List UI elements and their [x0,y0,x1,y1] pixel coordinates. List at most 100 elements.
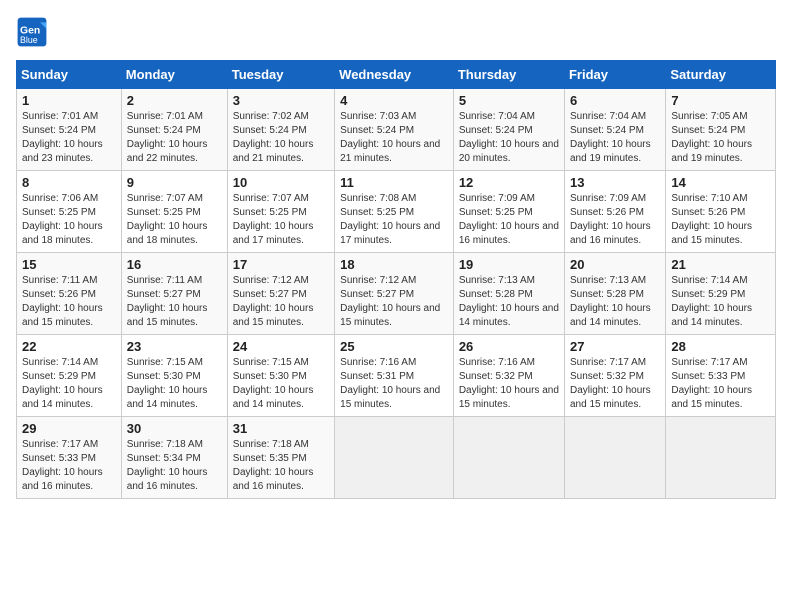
day-info: Sunrise: 7:03 AMSunset: 5:24 PMDaylight:… [340,110,448,166]
day-info: Sunrise: 7:04 AMSunset: 5:24 PMDaylight:… [570,110,660,166]
calendar-cell: 10 Sunrise: 7:07 AMSunset: 5:25 PMDaylig… [227,171,334,253]
day-info: Sunrise: 7:16 AMSunset: 5:32 PMDaylight:… [459,356,559,412]
day-info: Sunrise: 7:12 AMSunset: 5:27 PMDaylight:… [340,274,448,330]
day-info: Sunrise: 7:12 AMSunset: 5:27 PMDaylight:… [233,274,329,330]
day-number: 26 [459,339,559,354]
day-info: Sunrise: 7:01 AMSunset: 5:24 PMDaylight:… [22,110,116,166]
day-number: 2 [127,93,222,108]
day-number: 25 [340,339,448,354]
day-number: 15 [22,257,116,272]
day-number: 30 [127,421,222,436]
day-info: Sunrise: 7:14 AMSunset: 5:29 PMDaylight:… [671,274,770,330]
day-info: Sunrise: 7:01 AMSunset: 5:24 PMDaylight:… [127,110,222,166]
calendar-cell: 11 Sunrise: 7:08 AMSunset: 5:25 PMDaylig… [335,171,454,253]
page-header: Gen Blue [16,16,776,48]
day-info: Sunrise: 7:09 AMSunset: 5:25 PMDaylight:… [459,192,559,248]
day-info: Sunrise: 7:07 AMSunset: 5:25 PMDaylight:… [127,192,222,248]
day-info: Sunrise: 7:15 AMSunset: 5:30 PMDaylight:… [127,356,222,412]
day-number: 12 [459,175,559,190]
day-info: Sunrise: 7:06 AMSunset: 5:25 PMDaylight:… [22,192,116,248]
day-number: 7 [671,93,770,108]
day-info: Sunrise: 7:11 AMSunset: 5:26 PMDaylight:… [22,274,116,330]
day-info: Sunrise: 7:08 AMSunset: 5:25 PMDaylight:… [340,192,448,248]
day-header-monday: Monday [121,61,227,89]
calendar-cell: 27 Sunrise: 7:17 AMSunset: 5:32 PMDaylig… [564,335,665,417]
calendar-cell: 29 Sunrise: 7:17 AMSunset: 5:33 PMDaylig… [17,417,122,499]
calendar-cell: 4 Sunrise: 7:03 AMSunset: 5:24 PMDayligh… [335,89,454,171]
logo-icon: Gen Blue [16,16,48,48]
day-number: 9 [127,175,222,190]
calendar-cell: 5 Sunrise: 7:04 AMSunset: 5:24 PMDayligh… [453,89,564,171]
calendar-cell: 19 Sunrise: 7:13 AMSunset: 5:28 PMDaylig… [453,253,564,335]
day-header-friday: Friday [564,61,665,89]
day-info: Sunrise: 7:04 AMSunset: 5:24 PMDaylight:… [459,110,559,166]
day-info: Sunrise: 7:05 AMSunset: 5:24 PMDaylight:… [671,110,770,166]
logo: Gen Blue [16,16,52,48]
day-info: Sunrise: 7:16 AMSunset: 5:31 PMDaylight:… [340,356,448,412]
calendar-cell: 9 Sunrise: 7:07 AMSunset: 5:25 PMDayligh… [121,171,227,253]
calendar-cell: 6 Sunrise: 7:04 AMSunset: 5:24 PMDayligh… [564,89,665,171]
day-number: 1 [22,93,116,108]
day-number: 14 [671,175,770,190]
calendar-cell [666,417,776,499]
day-number: 8 [22,175,116,190]
calendar-cell: 23 Sunrise: 7:15 AMSunset: 5:30 PMDaylig… [121,335,227,417]
day-info: Sunrise: 7:17 AMSunset: 5:33 PMDaylight:… [22,438,116,494]
day-header-tuesday: Tuesday [227,61,334,89]
calendar-week-5: 29 Sunrise: 7:17 AMSunset: 5:33 PMDaylig… [17,417,776,499]
calendar-cell: 12 Sunrise: 7:09 AMSunset: 5:25 PMDaylig… [453,171,564,253]
calendar-table: SundayMondayTuesdayWednesdayThursdayFrid… [16,60,776,499]
calendar-body: 1 Sunrise: 7:01 AMSunset: 5:24 PMDayligh… [17,89,776,499]
day-info: Sunrise: 7:17 AMSunset: 5:32 PMDaylight:… [570,356,660,412]
day-info: Sunrise: 7:11 AMSunset: 5:27 PMDaylight:… [127,274,222,330]
day-number: 5 [459,93,559,108]
calendar-cell: 18 Sunrise: 7:12 AMSunset: 5:27 PMDaylig… [335,253,454,335]
day-info: Sunrise: 7:10 AMSunset: 5:26 PMDaylight:… [671,192,770,248]
day-number: 31 [233,421,329,436]
calendar-week-1: 1 Sunrise: 7:01 AMSunset: 5:24 PMDayligh… [17,89,776,171]
day-number: 24 [233,339,329,354]
calendar-cell [335,417,454,499]
day-info: Sunrise: 7:07 AMSunset: 5:25 PMDaylight:… [233,192,329,248]
calendar-cell [453,417,564,499]
day-number: 17 [233,257,329,272]
calendar-cell: 16 Sunrise: 7:11 AMSunset: 5:27 PMDaylig… [121,253,227,335]
day-info: Sunrise: 7:13 AMSunset: 5:28 PMDaylight:… [570,274,660,330]
day-number: 20 [570,257,660,272]
calendar-cell: 17 Sunrise: 7:12 AMSunset: 5:27 PMDaylig… [227,253,334,335]
day-number: 23 [127,339,222,354]
day-info: Sunrise: 7:13 AMSunset: 5:28 PMDaylight:… [459,274,559,330]
day-header-saturday: Saturday [666,61,776,89]
day-info: Sunrise: 7:14 AMSunset: 5:29 PMDaylight:… [22,356,116,412]
day-number: 13 [570,175,660,190]
calendar-week-4: 22 Sunrise: 7:14 AMSunset: 5:29 PMDaylig… [17,335,776,417]
calendar-cell: 3 Sunrise: 7:02 AMSunset: 5:24 PMDayligh… [227,89,334,171]
day-header-wednesday: Wednesday [335,61,454,89]
day-number: 21 [671,257,770,272]
day-info: Sunrise: 7:02 AMSunset: 5:24 PMDaylight:… [233,110,329,166]
calendar-cell: 13 Sunrise: 7:09 AMSunset: 5:26 PMDaylig… [564,171,665,253]
calendar-cell: 7 Sunrise: 7:05 AMSunset: 5:24 PMDayligh… [666,89,776,171]
day-number: 11 [340,175,448,190]
calendar-cell: 28 Sunrise: 7:17 AMSunset: 5:33 PMDaylig… [666,335,776,417]
calendar-cell: 2 Sunrise: 7:01 AMSunset: 5:24 PMDayligh… [121,89,227,171]
calendar-cell: 31 Sunrise: 7:18 AMSunset: 5:35 PMDaylig… [227,417,334,499]
day-number: 18 [340,257,448,272]
day-info: Sunrise: 7:17 AMSunset: 5:33 PMDaylight:… [671,356,770,412]
calendar-cell: 14 Sunrise: 7:10 AMSunset: 5:26 PMDaylig… [666,171,776,253]
calendar-cell: 30 Sunrise: 7:18 AMSunset: 5:34 PMDaylig… [121,417,227,499]
day-number: 27 [570,339,660,354]
day-number: 10 [233,175,329,190]
calendar-cell: 24 Sunrise: 7:15 AMSunset: 5:30 PMDaylig… [227,335,334,417]
day-number: 4 [340,93,448,108]
calendar-cell: 1 Sunrise: 7:01 AMSunset: 5:24 PMDayligh… [17,89,122,171]
day-number: 19 [459,257,559,272]
day-number: 28 [671,339,770,354]
day-info: Sunrise: 7:18 AMSunset: 5:35 PMDaylight:… [233,438,329,494]
calendar-cell [564,417,665,499]
calendar-cell: 21 Sunrise: 7:14 AMSunset: 5:29 PMDaylig… [666,253,776,335]
calendar-cell: 15 Sunrise: 7:11 AMSunset: 5:26 PMDaylig… [17,253,122,335]
calendar-cell: 20 Sunrise: 7:13 AMSunset: 5:28 PMDaylig… [564,253,665,335]
calendar-week-2: 8 Sunrise: 7:06 AMSunset: 5:25 PMDayligh… [17,171,776,253]
calendar-cell: 26 Sunrise: 7:16 AMSunset: 5:32 PMDaylig… [453,335,564,417]
